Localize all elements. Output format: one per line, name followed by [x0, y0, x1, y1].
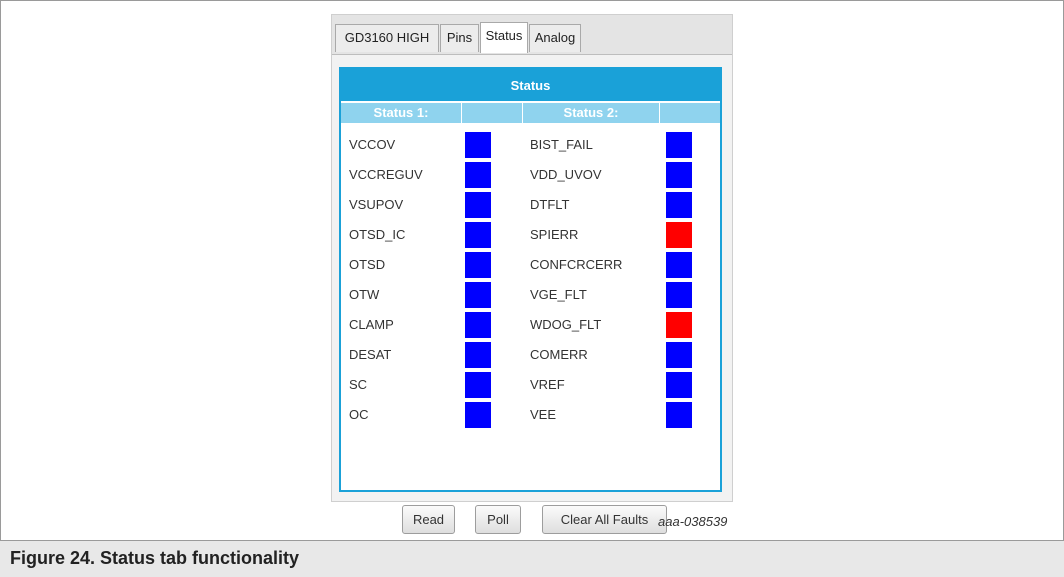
status2-led-indicator — [666, 402, 692, 428]
status2-led-indicator — [666, 282, 692, 308]
status1-led-indicator — [465, 312, 491, 338]
status2-led-indicator — [666, 342, 692, 368]
status1-label: VSUPOV — [349, 197, 404, 212]
status1-label: OTSD — [349, 257, 386, 272]
status2-label: VREF — [530, 377, 565, 392]
status2-led-indicator — [666, 372, 692, 398]
figure-caption: Figure 24. Status tab functionality — [10, 548, 300, 568]
status1-led-indicator — [465, 342, 491, 368]
status1-led-indicator — [465, 282, 491, 308]
tab-pins[interactable]: Pins — [440, 24, 479, 52]
status2-header: Status 2: — [523, 103, 659, 123]
read-button[interactable]: Read — [402, 505, 455, 534]
status1-led-indicator — [465, 372, 491, 398]
poll-button[interactable]: Poll — [475, 505, 521, 534]
tab-bar: GD3160 HIGH Pins Status Analog — [332, 15, 732, 55]
status1-led-indicator — [465, 402, 491, 428]
app-window: GD3160 HIGH Pins Status Analog Status St… — [331, 14, 733, 534]
status1-label: OC — [349, 407, 369, 422]
status1-led-indicator — [465, 132, 491, 158]
status1-led-header — [462, 103, 522, 123]
status2-led-indicator — [666, 312, 692, 338]
status2-led-header — [660, 103, 720, 123]
status1-label: VCCOV — [349, 137, 396, 152]
tab-analog[interactable]: Analog — [529, 24, 581, 52]
status2-label: SPIERR — [530, 227, 579, 242]
status2-led-indicator — [666, 222, 692, 248]
status2-led-indicator — [666, 162, 692, 188]
status2-label: VGE_FLT — [530, 287, 587, 302]
status2-led-indicator — [666, 192, 692, 218]
status1-led-indicator — [465, 192, 491, 218]
status2-label: VDD_UVOV — [530, 167, 602, 182]
tab-status[interactable]: Status — [480, 22, 528, 53]
status1-led-indicator — [465, 252, 491, 278]
status-panel: Status Status 1: Status 2: VCCOV VCCREGUV… — [339, 67, 722, 534]
status1-label: DESAT — [349, 347, 392, 362]
status2-label: CONFCRCERR — [530, 257, 623, 272]
figure-ref: aaa-038539 — [658, 514, 728, 529]
status2-label: WDOG_FLT — [530, 317, 602, 332]
status1-label: OTSD_IC — [349, 227, 406, 242]
status1-label: OTW — [349, 287, 380, 302]
tab-gd3160-high[interactable]: GD3160 HIGH — [335, 24, 439, 52]
status2-label: COMERR — [530, 347, 588, 362]
status2-label: DTFLT — [530, 197, 570, 212]
status2-label: VEE — [530, 407, 557, 422]
status1-led-indicator — [465, 222, 491, 248]
status2-led-indicator — [666, 252, 692, 278]
clear-all-faults-button[interactable]: Clear All Faults — [542, 505, 667, 534]
status1-label: SC — [349, 377, 368, 392]
status2-label: BIST_FAIL — [530, 137, 593, 152]
status2-led-indicator — [666, 132, 692, 158]
status1-led-indicator — [465, 162, 491, 188]
status1-label: VCCREGUV — [349, 167, 423, 182]
status1-label: CLAMP — [349, 317, 394, 332]
status1-header: Status 1: — [341, 103, 461, 123]
panel-title: Status — [341, 69, 720, 101]
